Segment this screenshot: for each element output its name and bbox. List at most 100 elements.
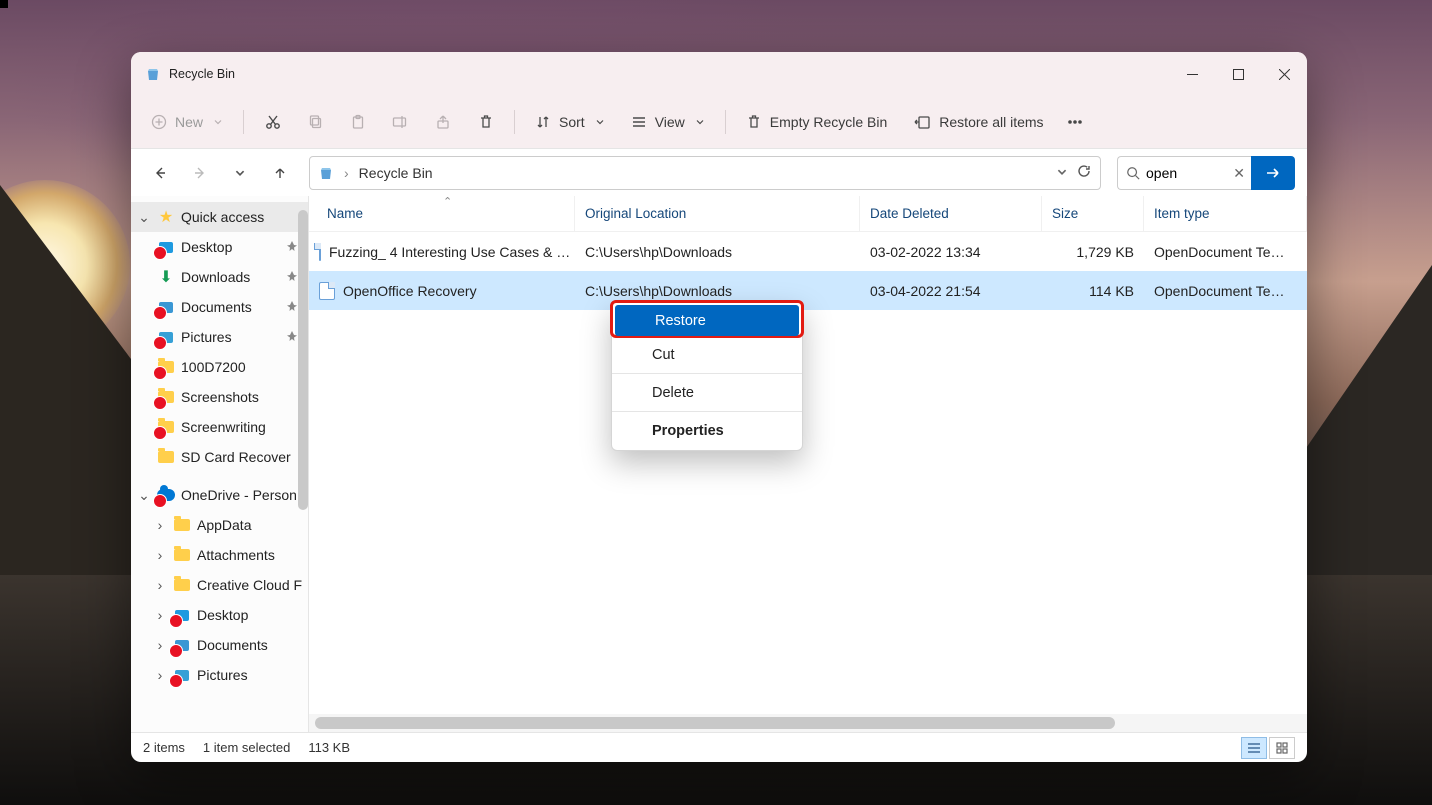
desktop-icon xyxy=(173,606,191,624)
sort-button[interactable]: Sort xyxy=(525,104,615,140)
sort-label: Sort xyxy=(559,114,585,130)
sidebar-item[interactable]: Pictures xyxy=(131,322,308,352)
context-menu: Restore Cut Delete Properties xyxy=(611,301,803,451)
sidebar-item[interactable]: Screenshots xyxy=(131,382,308,412)
sidebar-item-label: Documents xyxy=(197,637,268,653)
empty-label: Empty Recycle Bin xyxy=(770,114,887,130)
documents-icon xyxy=(173,636,191,654)
sidebar-item[interactable]: Screenwriting xyxy=(131,412,308,442)
sidebar-item[interactable]: Documents xyxy=(131,292,308,322)
clear-search-button[interactable]: ✕ xyxy=(1233,165,1245,182)
address-bar[interactable]: › Recycle Bin xyxy=(309,156,1101,190)
explorer-window: Recycle Bin New Sort View xyxy=(131,52,1307,762)
up-button[interactable] xyxy=(263,156,297,190)
separator xyxy=(612,373,802,374)
restore-all-label: Restore all items xyxy=(939,114,1043,130)
documents-icon xyxy=(157,298,175,316)
column-item-type[interactable]: Item type xyxy=(1144,196,1307,231)
share-button[interactable] xyxy=(426,104,462,140)
scrollbar-thumb[interactable] xyxy=(315,717,1115,729)
cut-button[interactable] xyxy=(254,104,292,140)
collapse-icon[interactable]: ⌄ xyxy=(137,209,151,226)
context-properties[interactable]: Properties xyxy=(612,413,802,448)
document-icon xyxy=(319,243,321,261)
refresh-button[interactable] xyxy=(1076,163,1092,182)
search-box[interactable]: ✕ xyxy=(1117,156,1251,190)
copy-button[interactable] xyxy=(298,104,334,140)
more-button[interactable] xyxy=(1060,104,1090,140)
search-go-button[interactable] xyxy=(1251,156,1295,190)
close-button[interactable] xyxy=(1261,52,1307,96)
context-delete[interactable]: Delete xyxy=(612,375,802,410)
file-row[interactable]: OpenOffice Recovery C:\Users\hp\Download… xyxy=(309,271,1307,310)
expand-icon[interactable]: › xyxy=(153,577,167,593)
expand-icon[interactable]: › xyxy=(153,667,167,683)
paste-button[interactable] xyxy=(340,104,376,140)
window-title: Recycle Bin xyxy=(169,67,235,81)
pin-icon xyxy=(286,329,298,345)
thumbnails-view-button[interactable] xyxy=(1269,737,1295,759)
file-type: OpenDocument Te… xyxy=(1144,283,1307,299)
collapse-icon[interactable]: ⌄ xyxy=(137,487,151,504)
address-chevron-icon[interactable] xyxy=(1056,165,1068,181)
column-name[interactable]: Name xyxy=(309,196,575,231)
horizontal-scrollbar[interactable] xyxy=(309,714,1307,732)
maximize-button[interactable] xyxy=(1215,52,1261,96)
expand-icon[interactable]: › xyxy=(153,607,167,623)
view-label: View xyxy=(655,114,685,130)
separator xyxy=(243,110,244,134)
column-size[interactable]: Size xyxy=(1042,196,1144,231)
search-input[interactable] xyxy=(1146,165,1206,181)
empty-recycle-bin-button[interactable]: Empty Recycle Bin xyxy=(736,104,897,140)
separator xyxy=(725,110,726,134)
rename-button[interactable] xyxy=(382,104,420,140)
file-name: Fuzzing_ 4 Interesting Use Cases & … xyxy=(329,244,570,260)
sidebar-item[interactable]: Desktop xyxy=(131,232,308,262)
sidebar-item-label: Pictures xyxy=(197,667,248,683)
delete-button[interactable] xyxy=(468,104,504,140)
sidebar-item[interactable]: › AppData xyxy=(131,510,308,540)
context-cut[interactable]: Cut xyxy=(612,337,802,372)
onedrive-node[interactable]: ⌄ OneDrive - Person xyxy=(131,480,308,510)
expand-icon[interactable]: › xyxy=(153,637,167,653)
sidebar-item[interactable]: 100D7200 xyxy=(131,352,308,382)
file-row[interactable]: Fuzzing_ 4 Interesting Use Cases & … C:\… xyxy=(309,232,1307,271)
pin-icon xyxy=(286,299,298,315)
details-view-button[interactable] xyxy=(1241,737,1267,759)
back-button[interactable] xyxy=(143,156,177,190)
document-icon xyxy=(319,282,335,300)
sidebar-item[interactable]: › Attachments xyxy=(131,540,308,570)
sort-indicator-icon: ⌃ xyxy=(443,195,452,208)
navigation-pane[interactable]: ⌄ ★ Quick access Desktop ⬇ Downloads Doc… xyxy=(131,196,309,732)
forward-button[interactable] xyxy=(183,156,217,190)
recycle-bin-icon xyxy=(318,165,334,181)
column-original-location[interactable]: Original Location xyxy=(575,196,860,231)
minimize-button[interactable] xyxy=(1169,52,1215,96)
star-icon: ★ xyxy=(157,208,175,226)
separator xyxy=(514,110,515,134)
expand-icon[interactable]: › xyxy=(153,517,167,533)
context-restore[interactable]: Restore xyxy=(615,305,799,336)
sidebar-item[interactable]: › Documents xyxy=(131,630,308,660)
sidebar-item[interactable]: › Pictures xyxy=(131,660,308,690)
new-button[interactable]: New xyxy=(141,104,233,140)
recent-locations-button[interactable] xyxy=(223,156,257,190)
sidebar-item[interactable]: ⬇ Downloads xyxy=(131,262,308,292)
breadcrumb-location[interactable]: Recycle Bin xyxy=(359,165,433,181)
expand-icon[interactable]: › xyxy=(153,547,167,563)
quick-access-node[interactable]: ⌄ ★ Quick access xyxy=(131,202,308,232)
sidebar-scrollbar[interactable] xyxy=(298,210,308,510)
screen-corner xyxy=(0,0,8,8)
pin-icon xyxy=(286,239,298,255)
separator xyxy=(612,411,802,412)
column-date-deleted[interactable]: Date Deleted xyxy=(860,196,1042,231)
pin-icon xyxy=(286,269,298,285)
sidebar-item[interactable]: SD Card Recover xyxy=(131,442,308,472)
sidebar-item[interactable]: › Desktop xyxy=(131,600,308,630)
titlebar[interactable]: Recycle Bin xyxy=(131,52,1307,96)
view-button[interactable]: View xyxy=(621,104,715,140)
file-date-deleted: 03-02-2022 13:34 xyxy=(860,244,1042,260)
status-selection: 1 item selected xyxy=(203,740,290,755)
sidebar-item[interactable]: › Creative Cloud F xyxy=(131,570,308,600)
restore-all-button[interactable]: Restore all items xyxy=(903,104,1053,140)
